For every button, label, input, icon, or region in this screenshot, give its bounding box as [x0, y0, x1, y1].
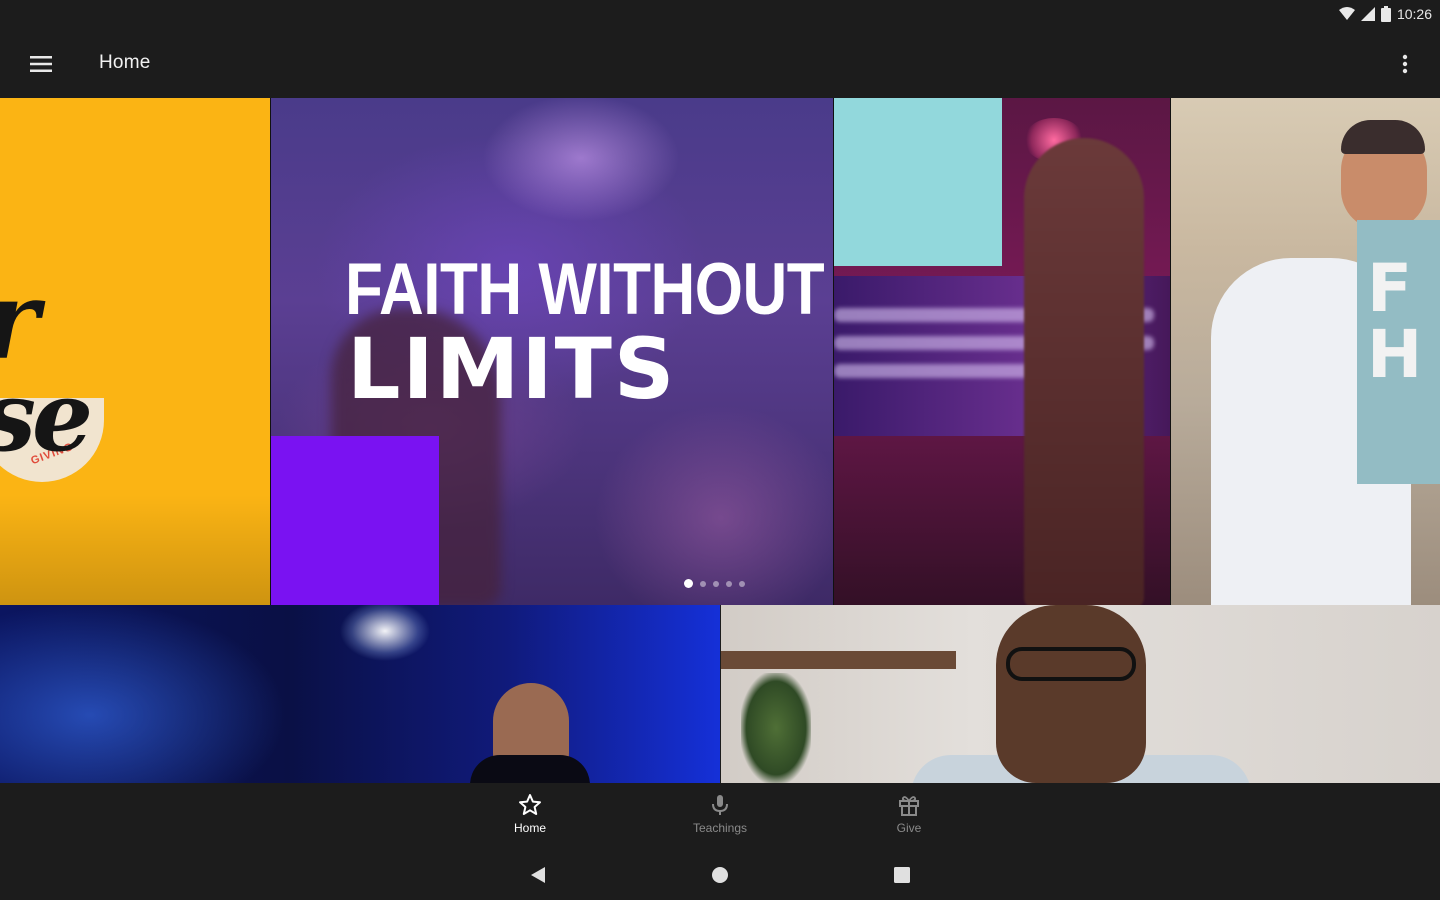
carousel-dot[interactable]: [726, 580, 732, 587]
plant-image: [741, 673, 811, 783]
more-vert-icon: [1402, 54, 1408, 74]
recents-square-icon: [894, 867, 910, 883]
volunteer-sign: F H: [1357, 220, 1440, 484]
status-bar: 10:26: [0, 0, 1440, 30]
status-time: 10:26: [1396, 6, 1432, 22]
carousel-page-indicator: [684, 579, 745, 588]
status-icons: 10:26: [1338, 6, 1432, 22]
cell-signal-icon: [1360, 7, 1375, 21]
wifi-icon: [1338, 7, 1355, 20]
system-navigation-bar: [0, 851, 1440, 900]
nav-item-give[interactable]: Give: [864, 793, 954, 835]
nav-item-home[interactable]: Home: [485, 793, 575, 835]
back-triangle-icon: [531, 867, 545, 883]
tile-speaker[interactable]: [0, 605, 720, 783]
content-tiles: [0, 605, 1440, 783]
raised-hand-image: [1024, 138, 1144, 605]
carousel-dot[interactable]: [684, 579, 693, 588]
teal-accent-block: [834, 98, 1002, 266]
menu-button[interactable]: [22, 46, 60, 82]
bottom-navigation: Home Teachings Give: [0, 783, 1440, 851]
hamburger-menu-icon: [30, 56, 52, 72]
carousel-dot[interactable]: [700, 580, 706, 587]
page-title: Home: [99, 52, 151, 73]
nav-item-label: Home: [513, 821, 546, 835]
carousel-dot[interactable]: [739, 580, 745, 587]
nav-item-teachings[interactable]: Teachings: [675, 793, 765, 835]
nav-item-label: Teachings: [692, 821, 748, 835]
nav-item-label: Give: [896, 821, 922, 835]
system-back-button[interactable]: [526, 863, 550, 887]
home-circle-icon: [712, 867, 728, 883]
system-recents-button[interactable]: [890, 863, 914, 887]
slide-headline-line-2: LIMITS: [347, 320, 677, 418]
carousel-slide-worship[interactable]: [834, 98, 1170, 605]
gift-icon: [899, 796, 919, 816]
app-bar: Home: [0, 30, 1440, 98]
carousel-slide-giving[interactable]: r GIVING se: [0, 98, 270, 605]
battery-icon: [1380, 6, 1391, 22]
man-image: [996, 605, 1146, 783]
slide-text-line-2: se: [0, 360, 93, 473]
overflow-menu-button[interactable]: [1390, 46, 1420, 82]
microphone-icon: [712, 795, 728, 815]
carousel-slide-outreach[interactable]: F H: [1171, 98, 1440, 605]
tile-smiling-man[interactable]: [721, 605, 1440, 783]
violet-accent-block: [271, 436, 439, 605]
star-icon: [519, 794, 541, 815]
carousel-dot[interactable]: [713, 580, 719, 587]
sign-text: F H: [1367, 250, 1423, 393]
carousel-slide-faith-without-limits[interactable]: FAITH WITHOUT LIMITS: [271, 98, 833, 605]
hero-carousel[interactable]: r GIVING se FAITH WITHOUT LIMITS F H: [0, 98, 1440, 605]
system-home-button[interactable]: [708, 863, 732, 887]
